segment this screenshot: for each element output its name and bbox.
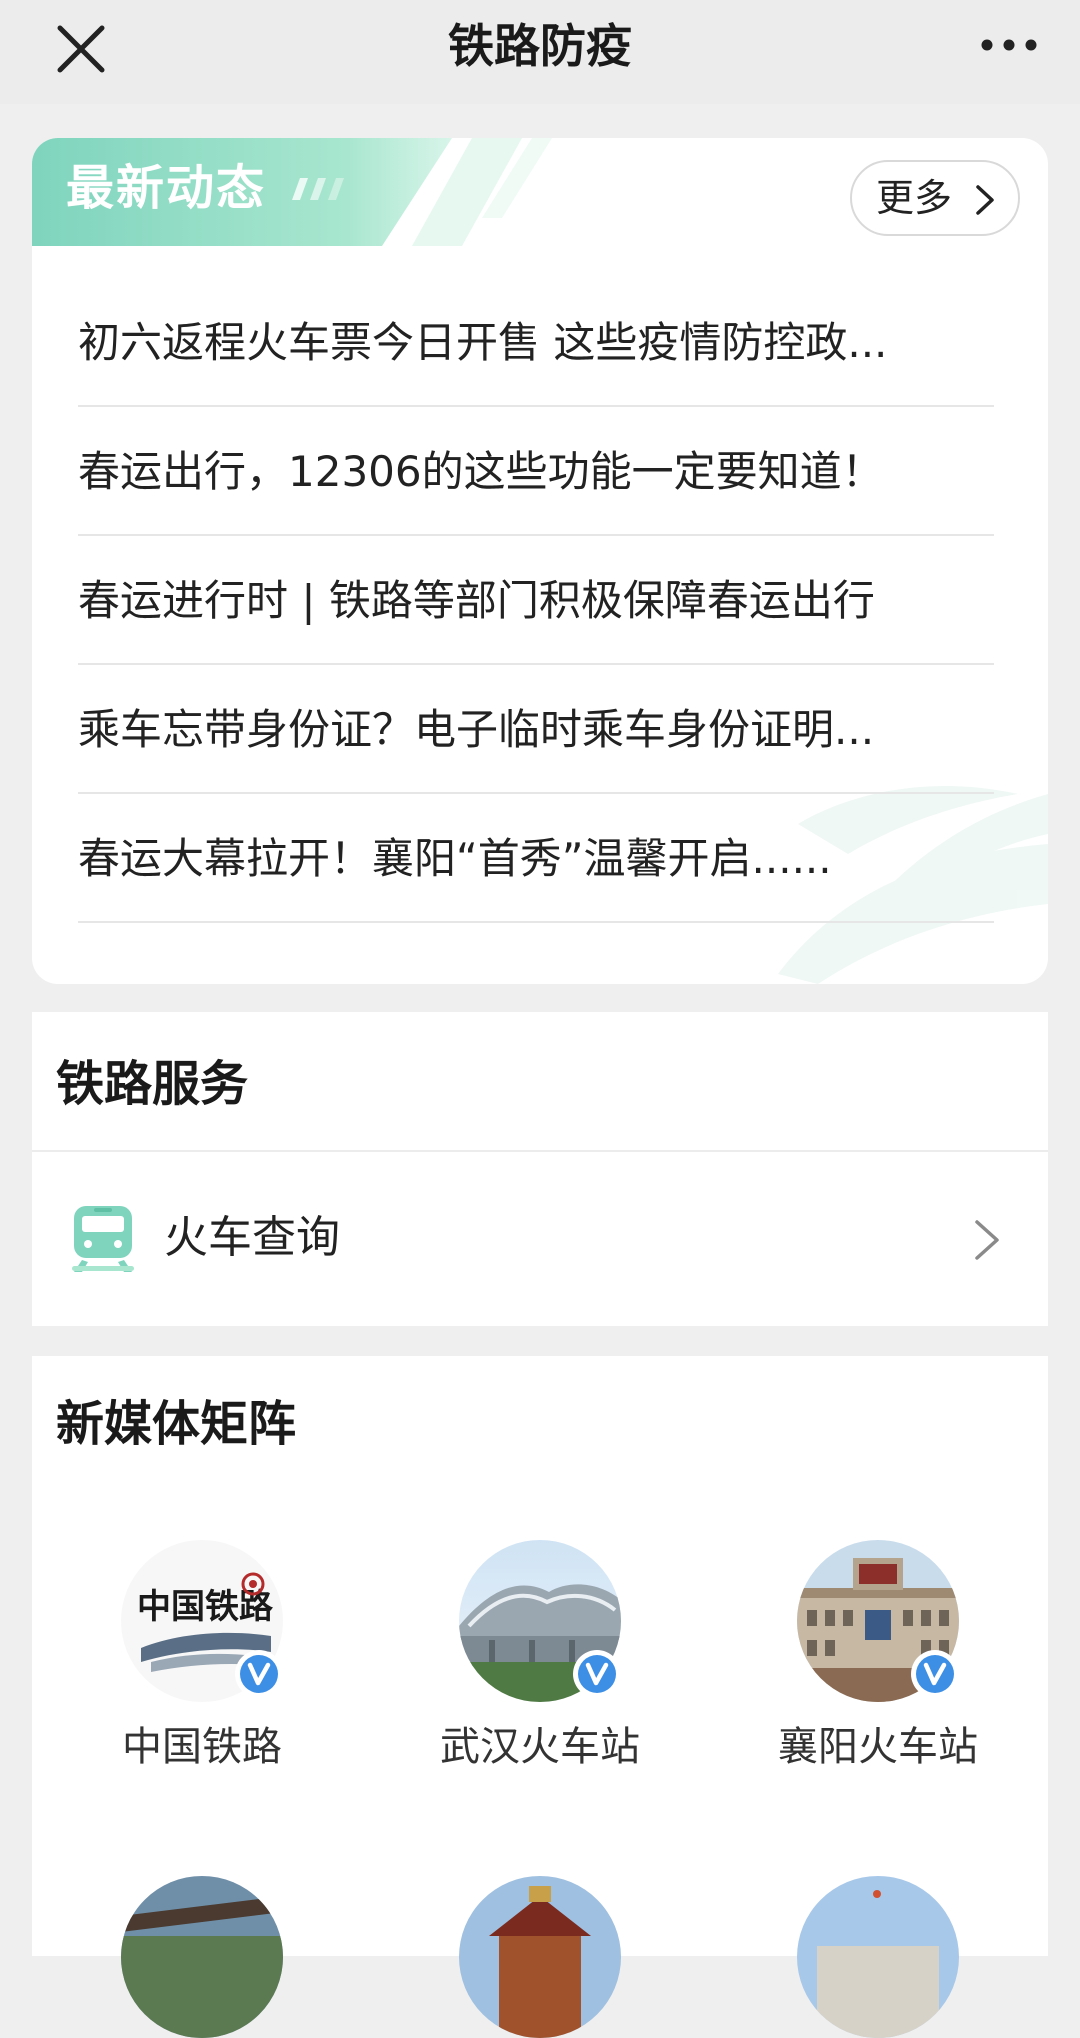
avatar: 中国铁路 [121,1540,283,1702]
account-name: 武汉火车站 [440,1724,640,1770]
verified-badge-icon [909,1648,961,1700]
avatar [121,1876,283,2038]
media-account-partial[interactable] [82,1876,322,2038]
avatar [459,1540,621,1702]
avatar [797,1876,959,2038]
media-account-wuhan-station[interactable]: 武汉火车站 [420,1540,660,1774]
news-item[interactable]: 春运大幕拉开！襄阳“首秀”温馨开启...... [78,794,994,923]
media-account-partial[interactable] [420,1876,660,2038]
media-account-china-railway[interactable]: 中国铁路 中国铁路 [82,1540,322,1774]
top-navigation-bar: 铁路防疫 [0,0,1080,104]
media-account-partial[interactable] [758,1876,998,2038]
more-news-button[interactable]: 更多 [850,160,1020,236]
account-name: 襄阳火车站 [778,1724,978,1770]
news-item-title: 春运大幕拉开！襄阳“首秀”温馨开启...... [78,834,832,883]
news-item[interactable]: 春运进行时 | 铁路等部门积极保障春运出行 [78,536,994,665]
verified-badge-icon [571,1648,623,1700]
more-options-button[interactable] [978,28,1040,62]
avatar [459,1876,621,2038]
more-dots-icon [981,39,1037,51]
station-photo [459,1876,621,2038]
train-query-row[interactable]: 火车查询 [32,1152,1048,1326]
services-section-title: 铁路服务 [56,1056,249,1112]
news-section-title: 最新动态 [66,160,267,216]
chevron-right-icon [972,1218,1002,1262]
media-section-title: 新媒体矩阵 [56,1396,297,1452]
chevron-right-icon [976,185,994,215]
station-photo [797,1876,959,2038]
railway-services-card: 铁路服务 火车查询 [32,1012,1048,1326]
latest-news-card: 最新动态 更多 初六返程火车票今日开售 这些疫情防控政... 春运出行，1230… [32,138,1048,984]
news-item[interactable]: 春运出行，12306的这些功能一定要知道！ [78,407,994,536]
station-photo [121,1876,283,2038]
news-item[interactable]: 乘车忘带身份证？电子临时乘车身份证明... [78,665,994,794]
new-media-matrix-card: 新媒体矩阵 中国铁路 中国铁路 武汉火车站 襄阳火车站 [32,1356,1048,2038]
train-icon [68,1202,138,1274]
news-header-banner: 最新动态 [32,138,592,246]
account-name: 中国铁路 [122,1724,282,1770]
news-item-title: 初六返程火车票今日开售 这些疫情防控政... [78,318,888,367]
media-account-xiangyang-station[interactable]: 襄阳火车站 [758,1540,998,1774]
news-item[interactable]: 初六返程火车票今日开售 这些疫情防控政... [78,278,994,407]
avatar [797,1540,959,1702]
more-button-label: 更多 [876,176,953,220]
train-query-label: 火车查询 [164,1212,340,1263]
news-list: 初六返程火车票今日开售 这些疫情防控政... 春运出行，12306的这些功能一定… [78,278,994,923]
news-item-title: 乘车忘带身份证？电子临时乘车身份证明... [78,705,875,754]
verified-badge-icon [233,1648,285,1700]
news-item-title: 春运进行时 | 铁路等部门积极保障春运出行 [78,576,875,625]
page-title: 铁路防疫 [448,19,632,73]
news-item-title: 春运出行，12306的这些功能一定要知道！ [78,447,884,496]
